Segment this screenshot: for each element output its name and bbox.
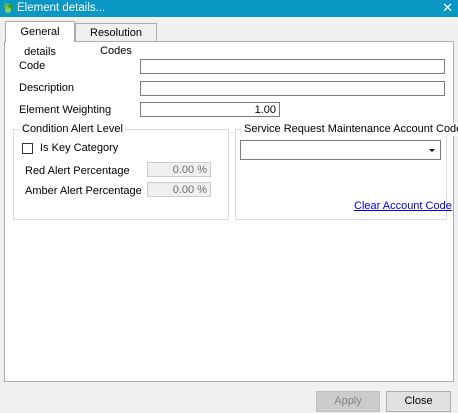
amber-alert-label: Amber Alert Percentage: [25, 185, 142, 197]
is-key-category-label: Is Key Category: [40, 142, 119, 154]
red-alert-label: Red Alert Percentage: [25, 165, 130, 177]
close-button[interactable]: Close: [386, 391, 451, 412]
app-icon: [4, 3, 14, 13]
amber-alert-input: [147, 182, 211, 197]
apply-button[interactable]: Apply: [316, 391, 380, 412]
condition-alert-title: Condition Alert Level: [20, 123, 125, 136]
code-input[interactable]: [140, 59, 445, 74]
account-code-dropdown[interactable]: [240, 140, 441, 160]
is-key-category-checkbox[interactable]: [22, 143, 33, 154]
tab-resolution-codes[interactable]: Resolution Codes: [75, 23, 157, 57]
general-details-panel: Code Description Element Weighting Condi…: [4, 41, 458, 382]
clear-account-code-link[interactable]: Clear Account Code: [354, 200, 452, 213]
description-label: Description: [19, 82, 75, 94]
service-request-title: Service Request Maintenance Account Code: [242, 123, 458, 136]
description-input[interactable]: [140, 81, 445, 96]
window-title: Element details...: [17, 2, 106, 14]
window-titlebar: Element details... ✕: [0, 0, 458, 17]
element-weighting-label: Element Weighting: [19, 104, 112, 116]
element-weighting-input[interactable]: [140, 102, 280, 117]
close-icon[interactable]: ✕: [442, 0, 453, 16]
tab-general-details[interactable]: General details: [5, 21, 75, 58]
red-alert-input: [147, 162, 211, 177]
service-request-group: Service Request Maintenance Account Code…: [235, 123, 458, 220]
condition-alert-group: Condition Alert Level Is Key Category Re…: [13, 123, 229, 220]
chevron-down-icon: [429, 149, 435, 152]
